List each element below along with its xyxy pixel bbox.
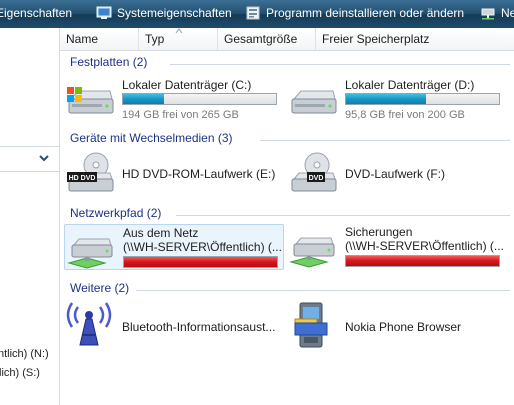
capacity-bar-fill bbox=[123, 94, 165, 104]
nokia-phone-browser-item[interactable]: Nokia Phone Browser bbox=[287, 301, 507, 348]
nav-item-network-n[interactable]: ntlich) (N:) bbox=[0, 348, 49, 360]
uninstall-program-button[interactable]: Programm deinstallieren oder ändern bbox=[245, 0, 464, 28]
free-space-text: 194 GB frei von 265 GB bbox=[122, 109, 239, 121]
hard-drive-icon bbox=[291, 90, 337, 114]
group-header-hard-drives[interactable]: Festplatten (2) bbox=[70, 55, 510, 75]
column-header-total-size[interactable]: Gesamtgröße bbox=[218, 28, 316, 50]
system-properties-label: Systemeigenschaften bbox=[117, 6, 232, 20]
item-name: Bluetooth-Informationsaust... bbox=[122, 320, 276, 334]
chevron-down-icon[interactable] bbox=[38, 152, 50, 164]
group-title: Festplatten (2) bbox=[70, 55, 154, 69]
network-drive-icon bbox=[289, 237, 335, 268]
drive-name: DVD-Laufwerk (F:) bbox=[345, 167, 446, 181]
command-bar: Eigenschaften Systemeigenschaften Progra… bbox=[0, 0, 514, 29]
group-header-network-location[interactable]: Netzwerkpfad (2) bbox=[70, 206, 510, 226]
uninstall-icon bbox=[246, 6, 260, 20]
capacity-bar-fill bbox=[124, 257, 277, 267]
capacity-bar-fill bbox=[346, 94, 426, 104]
group-title: Weitere (2) bbox=[70, 281, 136, 295]
group-title: Netzwerkpfad (2) bbox=[70, 206, 168, 220]
system-properties-icon bbox=[96, 6, 112, 19]
item-name: Nokia Phone Browser bbox=[345, 320, 462, 334]
drive-name: Lokaler Datenträger (C:) bbox=[122, 78, 252, 92]
network-drive-icon bbox=[481, 8, 495, 20]
drive-item-e[interactable]: HD DVD HD DVD-ROM-Laufwerk (E:) bbox=[64, 151, 284, 197]
column-header-name[interactable]: Name bbox=[60, 28, 139, 50]
group-header-other[interactable]: Weitere (2) bbox=[70, 281, 510, 301]
drive-item-f[interactable]: DVD DVD-Laufwerk (F:) bbox=[287, 151, 507, 197]
properties-button[interactable]: Eigenschaften bbox=[0, 0, 72, 28]
column-header-type-label: Typ bbox=[145, 32, 165, 46]
nav-separator bbox=[0, 146, 59, 147]
group-separator-line bbox=[176, 215, 510, 216]
drive-name: Aus dem Netz bbox=[123, 226, 199, 240]
network-path: (\\WH-SERVER\Öffentlich) (... bbox=[123, 240, 282, 254]
capacity-bar-fill bbox=[346, 256, 499, 266]
bluetooth-antenna-icon bbox=[66, 302, 112, 346]
group-separator-line bbox=[136, 290, 510, 291]
group-separator-line bbox=[170, 64, 510, 65]
column-header-row: Name Typ Gesamtgröße Freier Speicherplat… bbox=[60, 28, 514, 51]
drive-item-d[interactable]: Lokaler Datenträger (D:) 95,8 GB frei vo… bbox=[287, 75, 507, 121]
drive-name: Sicherungen bbox=[345, 225, 413, 239]
capacity-bar bbox=[345, 93, 500, 105]
bluetooth-exchange-item[interactable]: Bluetooth-Informationsaust... bbox=[64, 301, 284, 347]
column-header-type[interactable]: Typ bbox=[139, 28, 218, 50]
capacity-bar bbox=[345, 255, 500, 267]
properties-label: Eigenschaften bbox=[0, 6, 73, 20]
dvd-badge: DVD bbox=[309, 175, 324, 182]
windows-hard-drive-icon bbox=[67, 87, 114, 114]
nav-separator bbox=[0, 171, 59, 172]
capacity-bar bbox=[122, 93, 277, 105]
capacity-bar bbox=[123, 256, 278, 268]
network-drive-label: Ne bbox=[501, 6, 514, 20]
hd-dvd-badge: HD DVD bbox=[69, 175, 96, 182]
network-drive-item-sicherungen[interactable]: Sicherungen (\\WH-SERVER\Öffentlich) (..… bbox=[287, 224, 507, 270]
drive-item-c[interactable]: Lokaler Datenträger (C:) 194 GB frei von… bbox=[64, 75, 284, 121]
network-path: (\\WH-SERVER\Öffentlich) (... bbox=[345, 239, 504, 253]
navigation-pane: ntlich) (N:) lich) (S:) bbox=[0, 28, 60, 405]
network-drive-icon bbox=[67, 238, 113, 269]
system-properties-button[interactable]: Systemeigenschaften bbox=[96, 0, 232, 28]
hd-dvd-drive-icon: HD DVD bbox=[67, 152, 114, 192]
drive-name: HD DVD-ROM-Laufwerk (E:) bbox=[122, 167, 276, 181]
uninstall-program-label: Programm deinstallieren oder ändern bbox=[266, 6, 465, 20]
free-space-text: 95,8 GB frei von 200 GB bbox=[345, 109, 465, 121]
column-header-free-space[interactable]: Freier Speicherplatz bbox=[316, 28, 514, 50]
nav-item-network-s[interactable]: lich) (S:) bbox=[0, 367, 40, 379]
group-header-removable-media[interactable]: Geräte mit Wechselmedien (3) bbox=[70, 131, 510, 151]
group-separator-line bbox=[260, 140, 510, 141]
network-drive-item-aus-dem-netz[interactable]: Aus dem Netz (\\WH-SERVER\Öffentlich) (.… bbox=[64, 224, 284, 270]
nokia-phone-browser-icon bbox=[294, 302, 328, 348]
dvd-drive-icon: DVD bbox=[291, 152, 337, 192]
group-title: Geräte mit Wechselmedien (3) bbox=[70, 131, 239, 145]
file-list-content: Festplatten (2) Lokaler Datenträger (C:)… bbox=[60, 51, 514, 405]
sort-ascending-icon bbox=[175, 28, 183, 34]
network-drive-button[interactable]: Ne bbox=[480, 0, 514, 28]
drive-name: Lokaler Datenträger (D:) bbox=[345, 78, 475, 92]
